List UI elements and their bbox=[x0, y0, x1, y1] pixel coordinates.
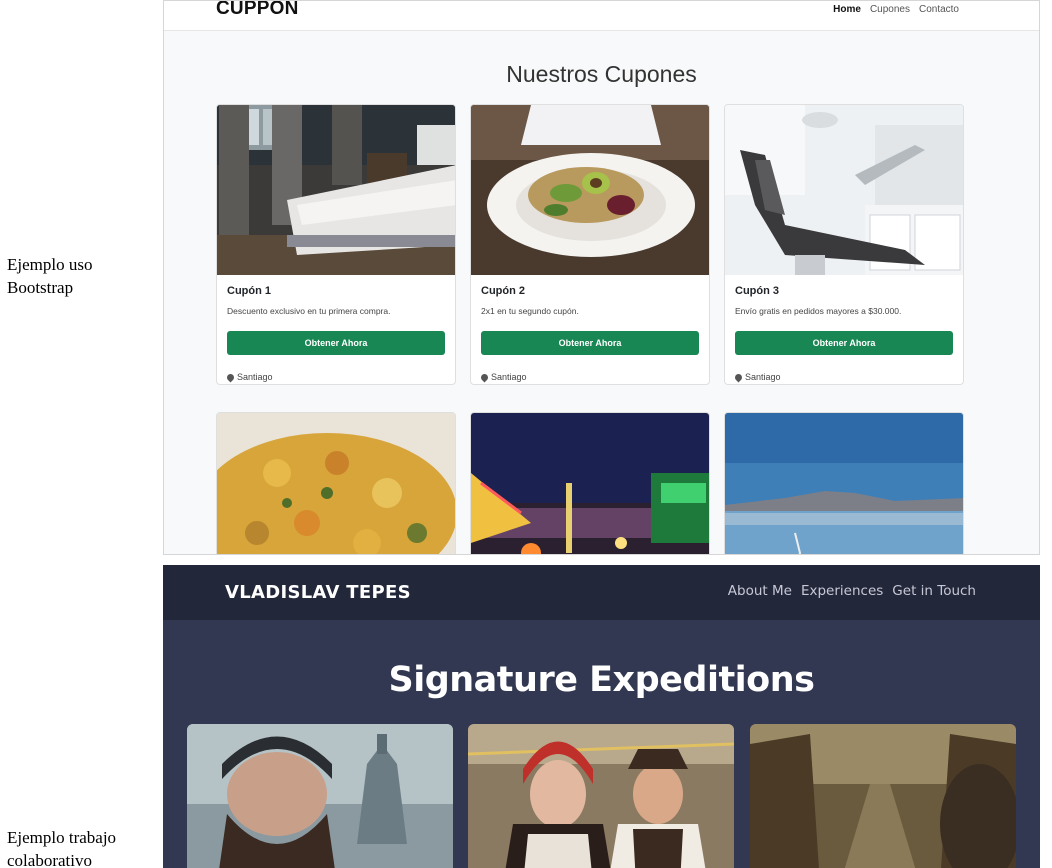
obtener-ahora-button[interactable]: Obtener Ahora bbox=[227, 331, 445, 355]
coupon-location: Santiago bbox=[733, 370, 953, 384]
coupon-image-food bbox=[217, 413, 455, 554]
nav-link-cupones[interactable]: Cupones bbox=[870, 4, 910, 15]
coupon-title: Cupón 2 bbox=[481, 285, 525, 297]
coupon-image-fair bbox=[471, 413, 709, 554]
coupon-card: Cupón 2 2x1 en tu segundo cupón. Obtener… bbox=[470, 104, 710, 385]
caption-bootstrap-line1: Ejemplo uso bbox=[7, 255, 93, 274]
tepes-screenshot: VLADISLAV TEPES About Me Experiences Get… bbox=[163, 565, 1040, 868]
tepes-logo[interactable]: VLADISLAV TEPES bbox=[225, 582, 411, 603]
nav-link-contacto[interactable]: Contacto bbox=[919, 4, 959, 15]
coupon-image-salad bbox=[471, 105, 709, 275]
coupon-location: Santiago bbox=[225, 370, 445, 384]
coupon-card bbox=[724, 412, 964, 554]
coupon-image-dental bbox=[725, 105, 963, 275]
tepes-page-title: Signature Expeditions bbox=[388, 660, 815, 700]
map-pin-icon bbox=[225, 372, 236, 382]
coupon-image-bedroom bbox=[217, 105, 455, 275]
nav-link-get-in-touch[interactable]: Get in Touch bbox=[892, 583, 976, 599]
coupon-location-label: Santiago bbox=[237, 372, 273, 382]
caption-collaborative-line1: Ejemplo trabajo bbox=[7, 828, 117, 847]
cuppon-nav-links: Home Cupones Contacto bbox=[833, 4, 959, 15]
expedition-card-image[interactable] bbox=[187, 724, 453, 868]
map-pin-icon bbox=[479, 372, 490, 382]
expedition-card-image[interactable] bbox=[750, 724, 1016, 868]
coupon-location: Santiago bbox=[479, 370, 699, 384]
tepes-nav-links: About Me Experiences Get in Touch bbox=[728, 583, 976, 599]
map-pin-icon bbox=[733, 372, 744, 382]
coupon-card bbox=[470, 412, 710, 554]
coupon-description: Descuento exclusivo en tu primera compra… bbox=[227, 306, 391, 316]
cuppon-screenshot: CUPPON Home Cupones Contacto Nuestros Cu… bbox=[163, 0, 1040, 555]
coupon-title: Cupón 1 bbox=[227, 285, 271, 297]
nav-link-experiences[interactable]: Experiences bbox=[801, 583, 883, 599]
caption-bootstrap: Ejemplo uso Bootstrap bbox=[7, 253, 92, 299]
coupon-title: Cupón 3 bbox=[735, 285, 779, 297]
coupon-location-label: Santiago bbox=[491, 372, 527, 382]
cuppon-page-title: Nuestros Cupones bbox=[506, 61, 697, 87]
coupon-description: Envío gratis en pedidos mayores a $30.00… bbox=[735, 306, 902, 316]
coupon-image-lake bbox=[725, 413, 963, 554]
coupon-card: Cupón 3 Envío gratis en pedidos mayores … bbox=[724, 104, 964, 385]
obtener-ahora-button[interactable]: Obtener Ahora bbox=[481, 331, 699, 355]
cuppon-logo[interactable]: CUPPON bbox=[216, 1, 299, 20]
coupon-description: 2x1 en tu segundo cupón. bbox=[481, 306, 579, 316]
caption-bootstrap-line2: Bootstrap bbox=[7, 278, 74, 297]
caption-collaborative: Ejemplo trabajo colaborativo bbox=[7, 826, 116, 868]
coupon-location-label: Santiago bbox=[745, 372, 781, 382]
coupon-card: Cupón 1 Descuento exclusivo en tu primer… bbox=[216, 104, 456, 385]
cuppon-navbar: CUPPON Home Cupones Contacto bbox=[164, 1, 1039, 31]
caption-collaborative-line2: colaborativo bbox=[7, 851, 92, 868]
coupon-card bbox=[216, 412, 456, 554]
nav-link-home[interactable]: Home bbox=[833, 4, 861, 15]
tepes-navbar: VLADISLAV TEPES About Me Experiences Get… bbox=[163, 565, 1040, 620]
nav-link-about-me[interactable]: About Me bbox=[728, 583, 792, 599]
expedition-card-image[interactable] bbox=[468, 724, 734, 868]
obtener-ahora-button[interactable]: Obtener Ahora bbox=[735, 331, 953, 355]
